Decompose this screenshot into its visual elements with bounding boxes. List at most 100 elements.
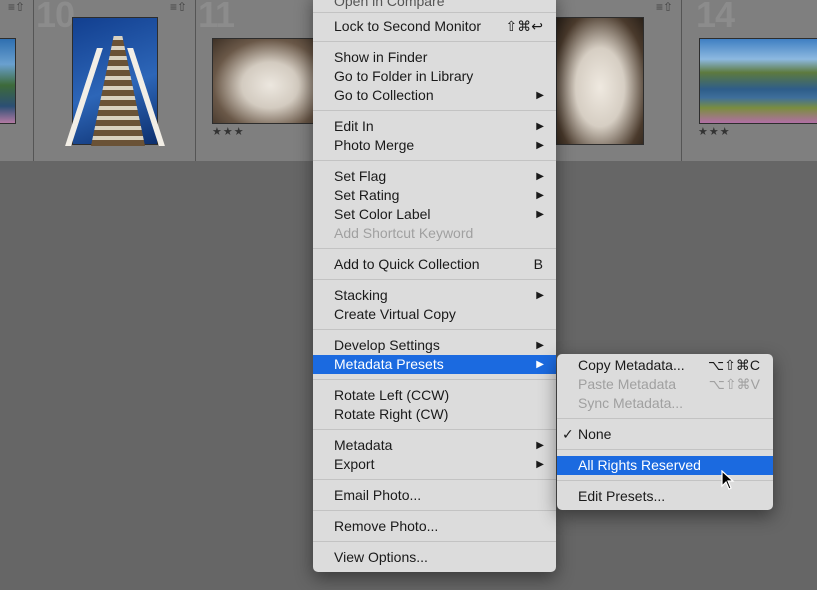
menu-separator — [313, 110, 556, 113]
submenu-arrow-icon: ▶ — [536, 459, 544, 470]
menu-item-rotate-left[interactable]: Rotate Left (CCW) — [313, 386, 556, 405]
menu-item-label: Email Photo... — [334, 487, 422, 503]
menu-separator — [313, 160, 556, 163]
menu-item-add-shortcut-keyword: Add Shortcut Keyword — [313, 224, 556, 243]
menu-item-metadata-presets[interactable]: Metadata Presets ▶ — [313, 355, 556, 374]
menu-item-email-photo[interactable]: Email Photo... — [313, 486, 556, 505]
menu-item-view-options[interactable]: View Options... — [313, 548, 556, 567]
submenu-arrow-icon: ▶ — [536, 440, 544, 451]
cell-index-number: 11 — [198, 0, 235, 35]
shortcut-label: ⌥⇧⌘C — [708, 357, 760, 373]
submenu-arrow-icon: ▶ — [536, 340, 544, 351]
menu-separator — [313, 510, 556, 513]
menu-item-label: Set Color Label — [334, 206, 431, 222]
menu-item-label: Go to Collection — [334, 87, 434, 103]
thumbnail-mountain[interactable] — [0, 38, 16, 124]
menu-item-create-virtual-copy[interactable]: Create Virtual Copy — [313, 305, 556, 324]
menu-separator — [313, 12, 556, 15]
menu-item-label: Paste Metadata — [578, 376, 677, 392]
menu-item-go-to-folder[interactable]: Go to Folder in Library — [313, 67, 556, 86]
menu-item-label: Edit In — [334, 118, 374, 134]
menu-item-label: Metadata — [334, 437, 393, 453]
menu-item-label: Create Virtual Copy — [334, 306, 456, 322]
menu-separator — [313, 248, 556, 251]
menu-separator — [557, 480, 773, 483]
filmstrip-cell[interactable]: 14 ★★★ — [682, 0, 817, 161]
shortcut-label: B — [533, 256, 543, 272]
submenu-arrow-icon: ▶ — [536, 290, 544, 301]
menu-item-edit-presets[interactable]: Edit Presets... — [557, 487, 773, 506]
menu-item-label: Sync Metadata... — [578, 395, 684, 411]
menu-item-rotate-right[interactable]: Rotate Right (CW) — [313, 405, 556, 424]
menu-item-set-color-label[interactable]: Set Color Label ▶ — [313, 205, 556, 224]
filmstrip-cell[interactable]: ≡⇧ — [556, 0, 682, 161]
menu-item-label: Add to Quick Collection — [334, 256, 480, 272]
menu-item-preset-none[interactable]: ✓ None — [557, 425, 773, 444]
menu-separator — [313, 379, 556, 382]
submenu-arrow-icon: ▶ — [536, 121, 544, 132]
cell-index-number: 14 — [696, 0, 735, 35]
menu-item-label: None — [578, 426, 612, 442]
menu-item-remove-photo[interactable]: Remove Photo... — [313, 517, 556, 536]
menu-separator — [313, 541, 556, 544]
submenu-arrow-icon: ▶ — [536, 359, 544, 370]
menu-item-label: Set Rating — [334, 187, 400, 203]
submenu-arrow-icon: ▶ — [536, 171, 544, 182]
cell-index-number: 10 — [36, 0, 75, 35]
shortcut-label: ⌥⇧⌘V — [708, 376, 760, 392]
submenu-arrow-icon: ▶ — [536, 190, 544, 201]
menu-item-export[interactable]: Export ▶ — [313, 455, 556, 474]
menu-item-label: Rotate Right (CW) — [334, 406, 449, 422]
menu-item-lock-to-second-monitor[interactable]: Lock to Second Monitor ⇧⌘↩ — [313, 17, 556, 36]
menu-item-label: Develop Settings — [334, 337, 440, 353]
menu-item-label: Open in Compare — [334, 0, 445, 9]
filmstrip-cell[interactable]: 10 ≡⇧ — [34, 0, 196, 161]
menu-item-metadata[interactable]: Metadata ▶ — [313, 436, 556, 455]
rating-stars[interactable]: ★★★ — [212, 125, 245, 138]
menu-separator — [313, 429, 556, 432]
thumbnail-stairs[interactable] — [65, 17, 165, 146]
menu-item-open-in-compare[interactable]: Open in Compare — [313, 0, 556, 11]
submenu-arrow-icon: ▶ — [536, 90, 544, 101]
submenu-arrow-icon: ▶ — [536, 140, 544, 151]
menu-item-label: Photo Merge — [334, 137, 415, 153]
menu-item-photo-merge[interactable]: Photo Merge ▶ — [313, 136, 556, 155]
thumbnail-lake[interactable] — [699, 38, 817, 124]
menu-item-label: Stacking — [334, 287, 388, 303]
menu-separator — [313, 329, 556, 332]
menu-item-label: All Rights Reserved — [578, 457, 701, 473]
menu-item-label: Copy Metadata... — [578, 357, 685, 373]
menu-item-go-to-collection[interactable]: Go to Collection ▶ — [313, 86, 556, 105]
menu-separator — [313, 479, 556, 482]
menu-item-label: Metadata Presets — [334, 356, 444, 372]
checkmark-icon: ✓ — [562, 426, 574, 442]
menu-separator — [557, 418, 773, 421]
metadata-badge-icon[interactable]: ≡⇧ — [656, 0, 673, 14]
menu-item-edit-in[interactable]: Edit In ▶ — [313, 117, 556, 136]
menu-item-show-in-finder[interactable]: Show in Finder — [313, 48, 556, 67]
context-menu: Open in Compare Lock to Second Monitor ⇧… — [313, 0, 556, 572]
menu-item-paste-metadata: Paste Metadata ⌥⇧⌘V — [557, 375, 773, 394]
menu-item-copy-metadata[interactable]: Copy Metadata... ⌥⇧⌘C — [557, 356, 773, 375]
metadata-presets-submenu: Copy Metadata... ⌥⇧⌘C Paste Metadata ⌥⇧⌘… — [557, 354, 773, 510]
menu-item-develop-settings[interactable]: Develop Settings ▶ — [313, 336, 556, 355]
rating-stars[interactable]: ★★★ — [698, 125, 731, 138]
submenu-arrow-icon: ▶ — [536, 209, 544, 220]
metadata-badge-icon[interactable]: ≡⇧ — [170, 0, 187, 14]
menu-item-all-rights-reserved[interactable]: All Rights Reserved — [557, 456, 773, 475]
filmstrip-cell[interactable]: 11 ★★★ — [196, 0, 326, 161]
menu-item-label: Rotate Left (CCW) — [334, 387, 450, 403]
menu-item-label: Set Flag — [334, 168, 387, 184]
menu-separator — [557, 449, 773, 452]
thumbnail-dog-portrait[interactable] — [556, 17, 644, 145]
metadata-badge-icon[interactable]: ≡⇧ — [8, 0, 25, 14]
filmstrip-cell[interactable]: ≡⇧ — [0, 0, 34, 161]
thumbnail-dog[interactable] — [212, 38, 318, 124]
menu-item-set-flag[interactable]: Set Flag ▶ — [313, 167, 556, 186]
menu-item-stacking[interactable]: Stacking ▶ — [313, 286, 556, 305]
menu-item-label: View Options... — [334, 549, 428, 565]
menu-item-set-rating[interactable]: Set Rating ▶ — [313, 186, 556, 205]
menu-item-add-to-quick-collection[interactable]: Add to Quick Collection B — [313, 255, 556, 274]
mouse-pointer-icon — [721, 470, 735, 490]
menu-item-label: Show in Finder — [334, 49, 428, 65]
